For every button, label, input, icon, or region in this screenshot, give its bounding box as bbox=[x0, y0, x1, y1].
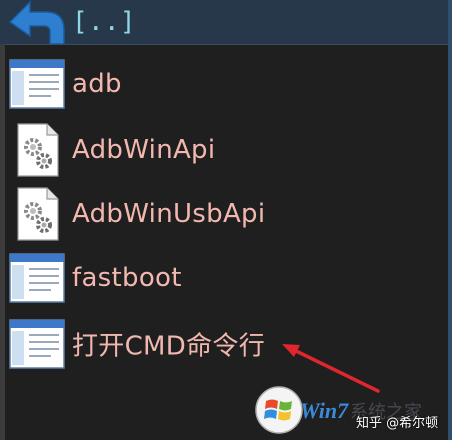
file-list-panel: [..] adb AdbWinApi AdbWinUsbApi fastboot… bbox=[0, 0, 452, 440]
watermark-brand: Win7 bbox=[300, 398, 349, 423]
dll-gear-icon bbox=[17, 187, 59, 241]
file-row-fastboot[interactable]: fastboot bbox=[5, 246, 448, 310]
file-row-adbwinusbapi[interactable]: AdbWinUsbApi bbox=[5, 182, 448, 246]
dll-gear-icon bbox=[17, 123, 59, 177]
file-label-adbwinusbapi: AdbWinUsbApi bbox=[72, 199, 266, 229]
parent-directory-label: [..] bbox=[72, 7, 136, 37]
file-label-adbwinapi: AdbWinApi bbox=[72, 135, 216, 165]
file-row-adb[interactable]: adb bbox=[5, 52, 448, 116]
zhihu-credit: 知乎 @希尔顿 bbox=[356, 416, 439, 431]
executable-window-icon bbox=[9, 253, 65, 303]
executable-window-icon bbox=[9, 59, 65, 109]
file-label-fastboot: fastboot bbox=[72, 263, 182, 293]
windows-logo-icon bbox=[255, 386, 303, 434]
file-row-adbwinapi[interactable]: AdbWinApi bbox=[5, 118, 448, 182]
panel-right-border bbox=[448, 0, 452, 440]
file-label-open-cmd: 打开CMD命令行 bbox=[72, 331, 266, 362]
executable-window-icon bbox=[9, 319, 65, 369]
parent-directory-row[interactable]: [..] bbox=[0, 0, 452, 45]
file-label-adb: adb bbox=[72, 69, 122, 99]
